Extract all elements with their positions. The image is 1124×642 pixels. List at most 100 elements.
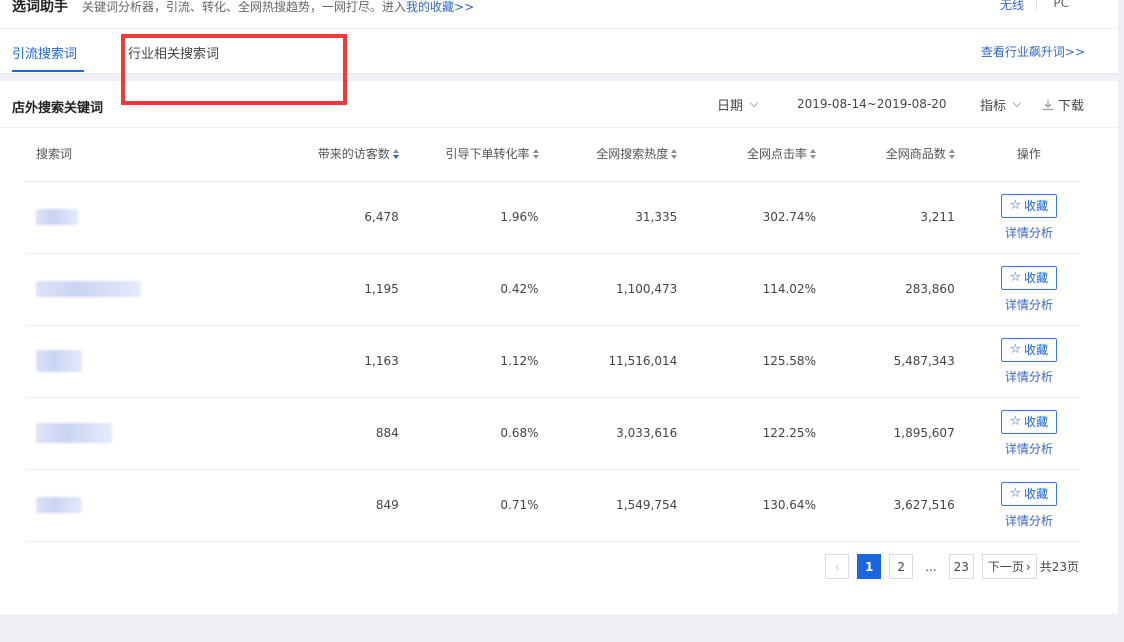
- blurred-keyword[interactable]: [36, 423, 112, 443]
- active-tab-indicator: [12, 70, 84, 72]
- pagination-ellipsis: ...: [921, 554, 941, 579]
- favorite-button[interactable]: ☆ 收藏: [1000, 337, 1058, 362]
- keyword-cell[interactable]: [26, 469, 254, 542]
- actions-cell: ☆ 收藏 详情分析: [954, 469, 1079, 542]
- date-filter-label: 日期: [717, 99, 744, 114]
- keyword-card: 店外搜索关键词 日期 2019-08-14~2019-08-20 指标 下载 搜…: [0, 81, 1118, 614]
- ctr-cell: 114.02%: [677, 253, 816, 326]
- keyword-cell[interactable]: [26, 325, 254, 398]
- terminal-wireless[interactable]: 无线: [1000, 0, 1024, 13]
- sort-icon[interactable]: [532, 149, 539, 160]
- page-2-button[interactable]: 2: [889, 554, 914, 579]
- conversion-cell: 1.12%: [398, 325, 539, 398]
- search-heat-cell: 3,033,616: [538, 397, 678, 470]
- keyword-cell[interactable]: [26, 253, 254, 326]
- header-row: 选词助手 关键词分析器，引流、转化、全网热搜趋势，一网打尽。进入 我的收藏>>: [12, 0, 474, 16]
- page-23-button[interactable]: 23: [948, 554, 974, 579]
- tab-industry-related-search-words[interactable]: 行业相关搜索词: [128, 43, 219, 62]
- star-icon: ☆: [1009, 270, 1022, 285]
- top-card: 选词助手 关键词分析器，引流、转化、全网热搜趋势，一网打尽。进入 我的收藏>> …: [0, 0, 1118, 74]
- download-button[interactable]: 下载: [1042, 95, 1084, 114]
- page-1-button[interactable]: 1: [857, 554, 882, 579]
- table-header-row: 搜索词 带来的访客数 引导下单转化率 全网搜索热度 全网点击率 全网商品数 操作: [26, 127, 1079, 182]
- sort-icon[interactable]: [948, 149, 955, 160]
- table-row: 1,195 0.42% 1,100,473 114.02% 283,860 ☆ 收…: [26, 253, 1079, 326]
- metric-filter[interactable]: 指标: [980, 95, 1022, 114]
- chevron-down-icon: [1012, 98, 1022, 107]
- detail-analysis-link[interactable]: 详情分析: [979, 368, 1079, 385]
- col-search-word: 搜索词: [26, 127, 254, 182]
- blurred-keyword[interactable]: [36, 497, 82, 513]
- conversion-cell: 0.71%: [398, 469, 539, 542]
- conversion-cell: 1.96%: [398, 181, 539, 254]
- col-product-count[interactable]: 全网商品数: [815, 127, 955, 182]
- favorite-button[interactable]: ☆ 收藏: [1000, 481, 1058, 506]
- visitors-cell: 884: [253, 397, 399, 470]
- download-label: 下载: [1058, 99, 1085, 114]
- visitors-cell: 849: [253, 469, 399, 542]
- header-description: 关键词分析器，引流、转化、全网热搜趋势，一网打尽。进入: [82, 0, 407, 14]
- search-heat-cell: 1,549,754: [538, 469, 678, 542]
- download-icon: [1042, 99, 1054, 111]
- terminal-pc[interactable]: PC: [1053, 0, 1069, 10]
- keyword-table: 搜索词 带来的访客数 引导下单转化率 全网搜索热度 全网点击率 全网商品数 操作…: [26, 127, 1079, 542]
- star-icon: ☆: [1009, 198, 1022, 213]
- col-actions: 操作: [954, 127, 1079, 182]
- blurred-keyword[interactable]: [36, 350, 82, 372]
- keyword-cell[interactable]: [26, 397, 254, 470]
- product-count-cell: 3,627,516: [815, 469, 955, 542]
- col-visitors[interactable]: 带来的访客数: [253, 127, 399, 182]
- favorite-button[interactable]: ☆ 收藏: [1000, 265, 1058, 290]
- date-range: 2019-08-14~2019-08-20: [797, 97, 947, 111]
- actions-cell: ☆ 收藏 详情分析: [954, 325, 1079, 398]
- visitors-cell: 1,195: [253, 253, 399, 326]
- detail-analysis-link[interactable]: 详情分析: [979, 224, 1079, 241]
- table-row: 849 0.71% 1,549,754 130.64% 3,627,516 ☆ 收…: [26, 469, 1079, 542]
- detail-analysis-link[interactable]: 详情分析: [979, 440, 1079, 457]
- chevron-down-icon: [749, 98, 759, 107]
- chevron-right-icon: ›: [1025, 559, 1031, 574]
- product-count-cell: 1,895,607: [815, 397, 955, 470]
- tab-traffic-search-words[interactable]: 引流搜索词: [12, 43, 77, 62]
- terminal-divider: [1036, 0, 1037, 10]
- col-conversion[interactable]: 引导下单转化率: [398, 127, 539, 182]
- conversion-cell: 0.68%: [398, 397, 539, 470]
- metric-filter-label: 指标: [980, 99, 1007, 114]
- visitors-cell: 6,478: [253, 181, 399, 254]
- favorite-button[interactable]: ☆ 收藏: [1000, 193, 1058, 218]
- table-row: 1,163 1.12% 11,516,014 125.58% 5,487,343…: [26, 325, 1079, 398]
- actions-cell: ☆ 收藏 详情分析: [954, 181, 1079, 254]
- header-divider: [0, 28, 1118, 29]
- pagination: ‹ 1 2 ... 23 下一页 › 共23页: [817, 554, 1079, 579]
- col-search-heat[interactable]: 全网搜索热度: [538, 127, 678, 182]
- blurred-keyword[interactable]: [36, 209, 78, 225]
- product-count-cell: 283,860: [815, 253, 955, 326]
- product-count-cell: 3,211: [815, 181, 955, 254]
- sort-icon[interactable]: [392, 149, 399, 160]
- sort-icon[interactable]: [809, 149, 816, 160]
- table-row: 6,478 1.96% 31,335 302.74% 3,211 ☆ 收藏 详情分…: [26, 181, 1079, 254]
- total-pages: 共23页: [1039, 560, 1079, 574]
- next-page-button[interactable]: 下一页 ›: [981, 554, 1037, 579]
- table-row: 884 0.68% 3,033,616 122.25% 1,895,607 ☆ 收…: [26, 397, 1079, 470]
- ctr-cell: 130.64%: [677, 469, 816, 542]
- detail-analysis-link[interactable]: 详情分析: [979, 512, 1079, 529]
- detail-analysis-link[interactable]: 详情分析: [979, 296, 1079, 313]
- favorite-button[interactable]: ☆ 收藏: [1000, 409, 1058, 434]
- visitors-cell: 1,163: [253, 325, 399, 398]
- sort-icon[interactable]: [671, 149, 678, 160]
- star-icon: ☆: [1009, 486, 1022, 501]
- star-icon: ☆: [1009, 414, 1022, 429]
- search-heat-cell: 11,516,014: [538, 325, 678, 398]
- ctr-cell: 302.74%: [677, 181, 816, 254]
- date-filter[interactable]: 日期: [717, 95, 759, 114]
- section-title: 店外搜索关键词: [12, 101, 104, 116]
- prev-page-button[interactable]: ‹: [825, 554, 850, 579]
- search-heat-cell: 1,100,473: [538, 253, 678, 326]
- keyword-cell[interactable]: [26, 181, 254, 254]
- search-heat-cell: 31,335: [538, 181, 678, 254]
- my-collection-link[interactable]: 我的收藏>>: [406, 0, 474, 15]
- blurred-keyword[interactable]: [36, 281, 141, 297]
- col-ctr[interactable]: 全网点击率: [677, 127, 816, 182]
- industry-rising-words-link[interactable]: 查看行业飙升词>>: [981, 43, 1085, 60]
